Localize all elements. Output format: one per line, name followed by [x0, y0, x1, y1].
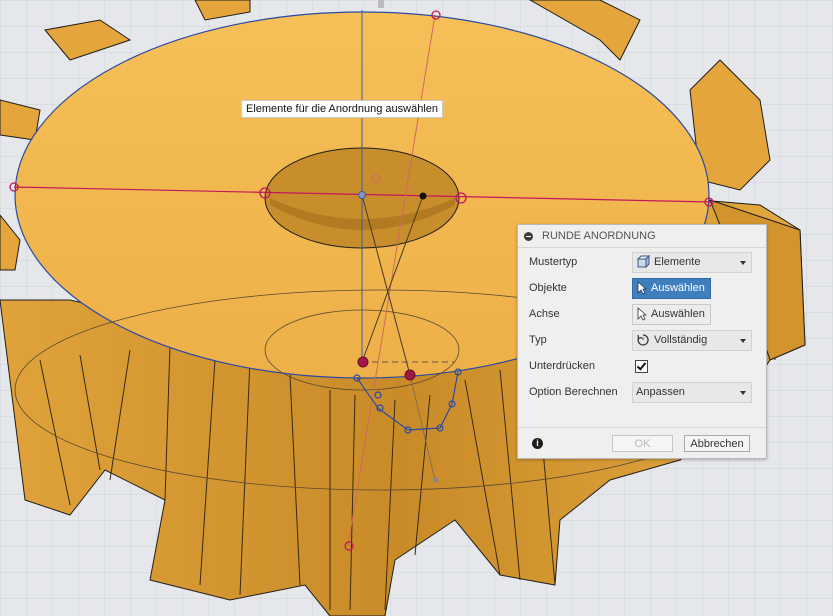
dialog-header[interactable]: RUNDE ANORDNUNG	[518, 225, 766, 248]
type-value: Vollständig	[654, 334, 708, 346]
pattern-type-value: Elemente	[654, 256, 701, 268]
suppress-checkbox-wrap	[635, 356, 648, 377]
row-suppress: Unterdrücken	[518, 353, 766, 379]
pattern-type-dropdown[interactable]: Elemente	[632, 251, 752, 273]
viewcube-marker	[378, 0, 384, 8]
body-icon	[636, 255, 650, 269]
chevron-down-icon	[740, 260, 746, 265]
compute-option-label: Option Berechnen	[529, 386, 618, 398]
axis-select-label: Auswählen	[651, 308, 705, 320]
axis-label: Achse	[529, 308, 560, 320]
collapse-icon[interactable]	[524, 231, 533, 241]
type-dropdown[interactable]: Vollständig	[632, 329, 752, 351]
dialog-footer: i OK Abbrechen	[518, 427, 766, 458]
chevron-down-icon	[740, 338, 746, 343]
circular-pattern-dialog: RUNDE ANORDNUNG Mustertyp Elemente Objek…	[517, 224, 767, 459]
cancel-button[interactable]: Abbrechen	[684, 435, 750, 452]
dialog-title: RUNDE ANORDNUNG	[542, 230, 656, 242]
cursor-arrow-icon	[637, 281, 647, 295]
row-compute-option: Option Berechnen Anpassen	[518, 379, 766, 405]
selection-tooltip: Elemente für die Anordnung auswählen	[241, 100, 444, 118]
ok-button[interactable]: OK	[612, 435, 673, 452]
cursor-arrow-icon	[637, 307, 647, 321]
objects-select-label: Auswählen	[651, 282, 705, 294]
info-icon[interactable]: i	[532, 438, 543, 449]
row-type: Typ Vollständig	[518, 327, 766, 353]
axis-select-button[interactable]: Auswählen	[632, 303, 711, 325]
row-axis: Achse Auswählen	[518, 301, 766, 327]
pattern-type-label: Mustertyp	[529, 256, 578, 268]
suppress-label: Unterdrücken	[529, 360, 596, 372]
row-pattern-type: Mustertyp Elemente	[518, 249, 766, 275]
suppress-checkbox[interactable]	[635, 359, 648, 373]
type-label: Typ	[529, 334, 547, 346]
objects-select-button[interactable]: Auswählen	[632, 277, 711, 299]
objects-label: Objekte	[529, 282, 567, 294]
compute-option-value: Anpassen	[636, 386, 685, 398]
row-objects: Objekte Auswählen	[518, 275, 766, 301]
compute-option-dropdown[interactable]: Anpassen	[632, 381, 752, 403]
chevron-down-icon	[740, 390, 746, 395]
circular-arrow-icon	[637, 334, 649, 346]
